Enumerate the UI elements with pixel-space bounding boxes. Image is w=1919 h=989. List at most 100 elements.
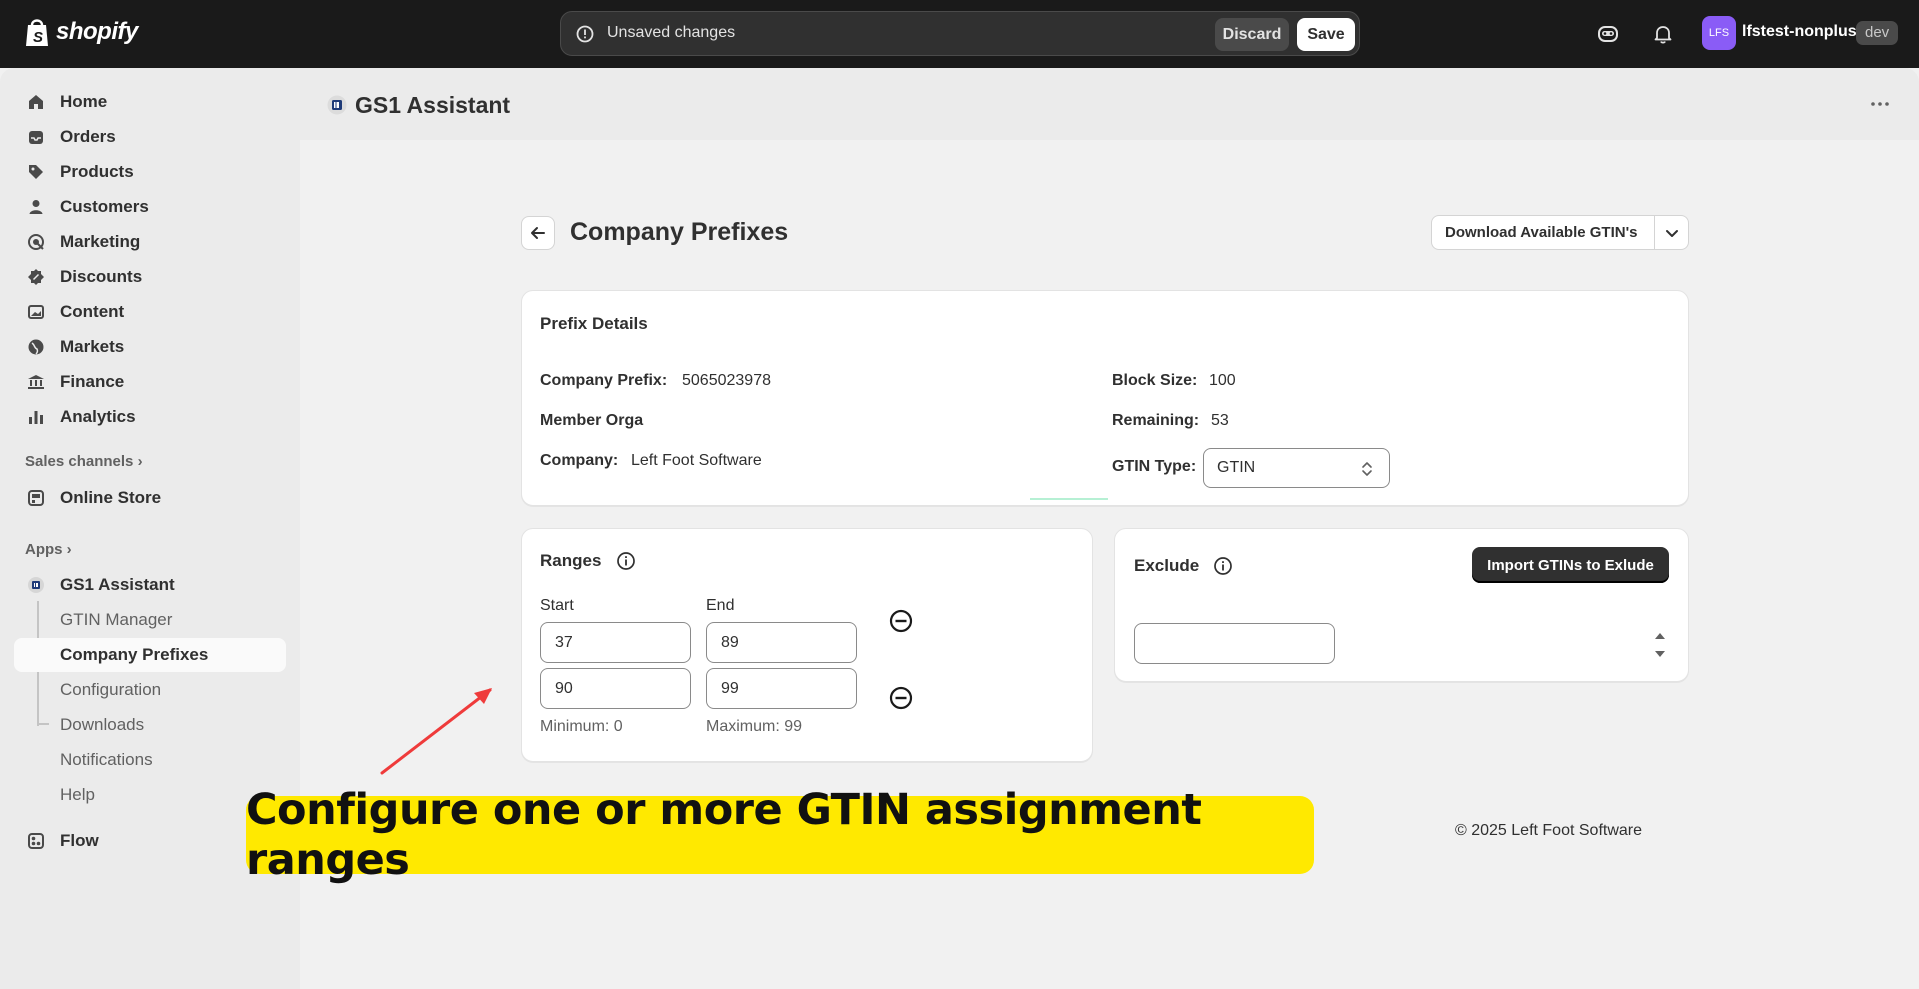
range-start-input[interactable]: 90: [540, 668, 691, 709]
sidebar-item-label: GTIN Manager: [60, 610, 173, 629]
company-prefix-value: 5065023978: [682, 372, 771, 389]
footer-copyright: © 2025 Left Foot Software: [1455, 822, 1643, 839]
sidebar-item-label: Orders: [60, 127, 116, 146]
target-icon: [28, 234, 44, 250]
range-end-value: 89: [721, 634, 739, 651]
avatar[interactable]: LFS: [1702, 16, 1736, 50]
redaction-mark: [1030, 498, 1108, 500]
sidebar-item-home[interactable]: Home: [14, 85, 286, 119]
sidebar-item-orders[interactable]: Orders: [14, 120, 286, 154]
sales-channels-label: Sales channels: [25, 453, 134, 470]
back-button[interactable]: [521, 216, 555, 250]
sidebar-item-label: Home: [60, 92, 108, 111]
block-size-value: 100: [1209, 372, 1236, 389]
sidebar-item-notifications[interactable]: Notifications: [14, 743, 286, 777]
save-button[interactable]: Save: [1297, 18, 1355, 51]
env-badge: dev: [1856, 21, 1899, 45]
remaining-label: Remaining:: [1112, 412, 1200, 429]
sidebar-item-label: Configuration: [60, 680, 162, 699]
shopify-logo[interactable]: S shopify: [24, 16, 138, 48]
more-horizontal-icon[interactable]: [1868, 92, 1892, 116]
company-label: Company:: [540, 452, 619, 469]
gs1-app-icon: [28, 577, 44, 593]
app-title: GS1 Assistant: [355, 92, 511, 118]
remaining-value: 53: [1211, 412, 1229, 429]
top-bar: S shopify Unsaved changes Discard Save L…: [0, 0, 1919, 68]
range-end-input[interactable]: 99: [706, 668, 857, 709]
sales-channels-heading[interactable]: Sales channels ›: [25, 453, 143, 470]
flow-icon: [28, 833, 44, 849]
tag-icon: [29, 165, 43, 179]
apps-heading[interactable]: Apps ›: [25, 541, 72, 558]
chevron-right-icon: ›: [66, 541, 72, 558]
store-name[interactable]: lfstest-nonplus: [1742, 23, 1857, 41]
ranges-heading: Ranges: [540, 551, 602, 570]
member-org-label: Member Orga: [540, 412, 644, 429]
page-title: Company Prefixes: [570, 218, 789, 246]
exclude-heading: Exclude: [1134, 556, 1200, 575]
info-icon[interactable]: [1213, 556, 1233, 576]
arrow-left-icon: [531, 227, 545, 239]
sidebar-item-label: Customers: [60, 197, 149, 216]
sidebar-item-content[interactable]: Content: [14, 295, 286, 329]
ranges-card: Ranges Start End 37 89 90 99 Minimum: 0 …: [521, 528, 1093, 762]
bell-icon[interactable]: [1651, 22, 1675, 46]
download-gtins-button-group: Download Available GTIN's: [1431, 215, 1689, 250]
range-end-input[interactable]: 89: [706, 622, 857, 663]
sidebar-item-finance[interactable]: Finance: [14, 365, 286, 399]
sidebar-item-gs1-assistant[interactable]: GS1 Assistant: [14, 568, 286, 602]
sidebar-item-downloads[interactable]: Downloads: [14, 708, 286, 742]
shopping-bag-icon: S: [26, 19, 48, 46]
annotation-callout-text: Configure one or more GTIN assignment ra…: [246, 785, 1202, 885]
sidebar-item-label: Downloads: [60, 715, 145, 734]
sidebar-item-discounts[interactable]: Discounts: [14, 260, 286, 294]
bank-icon: [28, 375, 44, 389]
download-gtins-button[interactable]: Download Available GTIN's: [1445, 224, 1638, 241]
sidebar-item-analytics[interactable]: Analytics: [14, 400, 286, 434]
person-icon: [29, 200, 43, 214]
range-start-input[interactable]: 37: [540, 622, 691, 663]
store-icon: [28, 490, 44, 506]
gs1-app-icon: [327, 95, 347, 115]
brand-name: shopify: [56, 18, 138, 45]
sidebar-item-label: Marketing: [60, 232, 141, 251]
sidebar-item-label: Online Store: [60, 488, 162, 507]
remove-circle-icon[interactable]: [888, 608, 914, 634]
sidebar-item-customers[interactable]: Customers: [14, 190, 286, 224]
discard-button[interactable]: Discard: [1215, 18, 1289, 51]
gtin-type-select[interactable]: GTIN: [1203, 448, 1390, 488]
info-icon[interactable]: [616, 551, 636, 571]
sidebar-item-configuration[interactable]: Configuration: [14, 673, 286, 707]
sidebar-item-gtin-manager[interactable]: GTIN Manager: [14, 603, 286, 637]
exclude-card: Exclude Import GTINs to Exlude: [1114, 528, 1689, 682]
sidebar-item-label: Products: [60, 162, 134, 181]
chart-icon: [29, 411, 43, 424]
import-gtins-button[interactable]: Import GTINs to Exlude: [1472, 547, 1669, 583]
gtin-type-value: GTIN: [1217, 459, 1256, 476]
stepper-arrows-icon[interactable]: [1652, 625, 1668, 665]
sidebar-item-marketing[interactable]: Marketing: [14, 225, 286, 259]
sidebar-item-company-prefixes[interactable]: Company Prefixes: [14, 638, 286, 672]
unsaved-changes-text: Unsaved changes: [607, 24, 736, 41]
end-label: End: [706, 597, 735, 614]
unsaved-changes-bar: Unsaved changes Discard Save: [560, 11, 1360, 56]
prefix-details-heading: Prefix Details: [540, 314, 648, 333]
remove-circle-icon[interactable]: [888, 685, 914, 711]
sidebar-item-label: Content: [60, 302, 125, 321]
maximum-help-text: Maximum: 99: [706, 718, 803, 735]
sidebar-item-label: Finance: [60, 372, 125, 391]
sidebar-item-products[interactable]: Products: [14, 155, 286, 189]
inbox-icon: [29, 131, 43, 144]
range-end-value: 99: [721, 680, 739, 697]
minimum-help-text: Minimum: 0: [540, 718, 623, 735]
app-header: GS1 Assistant: [300, 68, 1919, 140]
annotation-callout: Configure one or more GTIN assignment ra…: [246, 785, 1314, 885]
sidekick-icon[interactable]: [1596, 22, 1620, 46]
sidebar-item-markets[interactable]: Markets: [14, 330, 286, 364]
sidebar-item-online-store[interactable]: Online Store: [14, 481, 286, 515]
sidebar-item-label: Analytics: [60, 407, 136, 426]
sidebar-item-label: Flow: [60, 831, 99, 850]
exclude-gtin-input[interactable]: [1134, 623, 1335, 664]
chevron-down-icon[interactable]: [1662, 223, 1682, 243]
alert-circle-icon: [576, 25, 594, 43]
